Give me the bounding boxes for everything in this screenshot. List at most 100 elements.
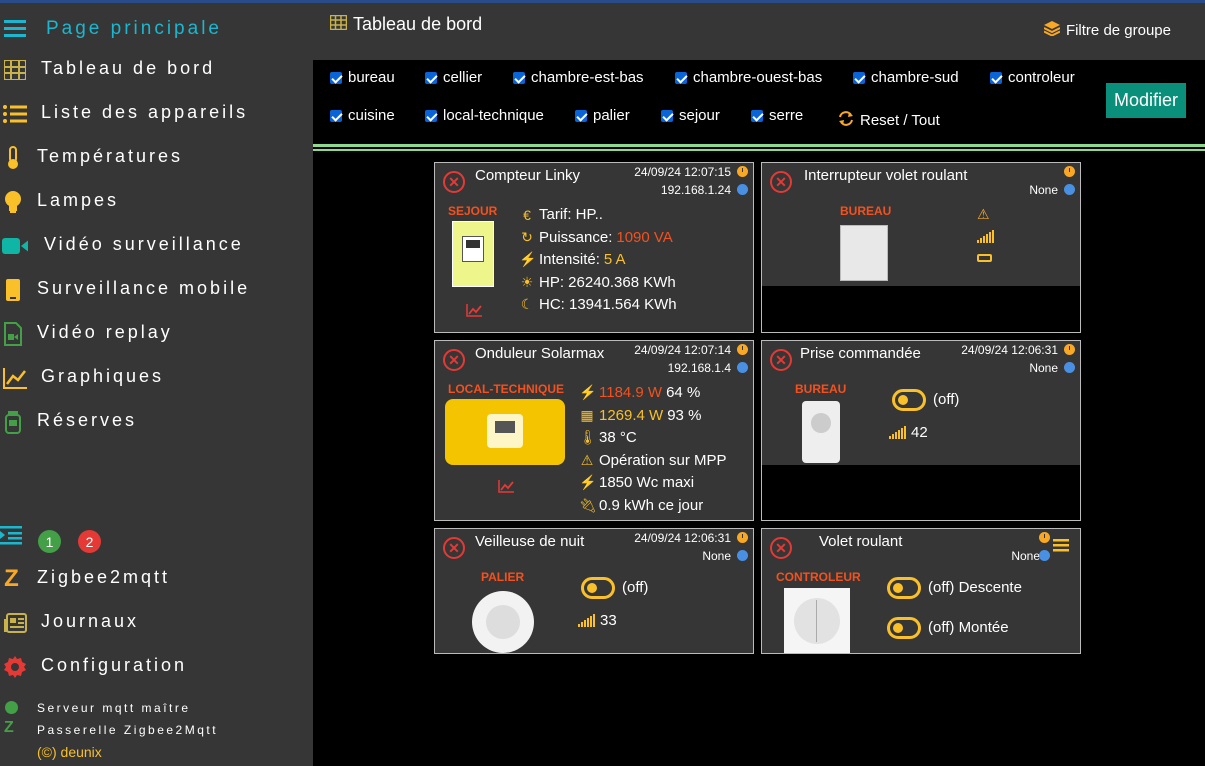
device-ip: 192.168.1.4 (667, 361, 731, 375)
zigbee-status-label: Passerelle Zigbee2Mqtt (37, 723, 219, 737)
sidebar-item-mobile[interactable]: Surveillance mobile (0, 275, 247, 305)
device-ip: None (1011, 549, 1040, 563)
refresh-icon (838, 111, 854, 130)
bolt-icon: ⚡ (579, 474, 597, 490)
remove-device-button[interactable]: ✕ (770, 537, 792, 559)
power-toggle[interactable] (581, 577, 615, 599)
remove-device-button[interactable]: ✕ (443, 537, 465, 559)
plug-icon: 🔌︎ (579, 497, 597, 513)
sidebar-item-label: Vidéo replay (37, 322, 173, 342)
sidebar-item-reserves[interactable]: Réserves (0, 407, 134, 437)
device-card-solarmax: ✕ Onduleur Solarmax 24/09/24 12:07:14 19… (434, 340, 754, 521)
signal-icon (578, 614, 595, 627)
intensite-value: 5 A (603, 251, 626, 268)
grid-icon (2, 57, 28, 83)
divider (313, 144, 1205, 147)
video-camera-icon (2, 233, 28, 259)
device-ip: None (1029, 361, 1058, 375)
tarif-text: Tarif: HP.. (539, 206, 603, 223)
chart-icon[interactable] (498, 479, 514, 493)
card-footer (762, 286, 1080, 332)
sidebar-item-label: Liste des appareils (41, 102, 249, 122)
filter-checkbox-chambre-ouest-bas[interactable]: chambre-ouest-bas (675, 69, 822, 86)
filter-checkbox-bureau[interactable]: bureau (330, 69, 395, 86)
shutter-up-toggle[interactable] (887, 617, 921, 639)
device-name: Prise commandée (800, 345, 921, 362)
ac-power-pct: 64 % (666, 384, 701, 401)
signal-icon (889, 426, 906, 439)
device-name: Compteur Linky (475, 167, 581, 184)
device-location: LOCAL-TECHNIQUE (448, 382, 564, 396)
clock-icon (1039, 532, 1050, 543)
card-footer (762, 465, 1080, 520)
max-power: 1850 Wc maxi (599, 474, 695, 491)
layers-icon (1043, 21, 1061, 40)
solar-panel-icon: ▦ (580, 407, 594, 423)
filter-checkbox-chambre-sud[interactable]: chambre-sud (853, 69, 959, 86)
sidebar-item-logs[interactable]: Journaux (0, 608, 136, 638)
inverter-image (445, 399, 565, 465)
filter-checkbox-cuisine[interactable]: cuisine (330, 107, 395, 124)
filter-checkbox-palier[interactable]: palier (575, 107, 630, 124)
mqtt-status-label: Serveur mqtt maître (37, 701, 191, 715)
shutter-up-state: (off) Montée (928, 619, 1009, 636)
device-card-volet: ✕ Volet roulant None CONTROLEUR (off) De… (761, 528, 1081, 654)
badge-error-count[interactable]: 2 (78, 530, 101, 553)
filter-checkbox-local-technique[interactable]: local-technique (425, 107, 544, 124)
remove-device-button[interactable]: ✕ (443, 171, 465, 193)
signal-icon (977, 230, 994, 243)
filter-checkbox-serre[interactable]: serre (751, 107, 803, 124)
sidebar-item-devices[interactable]: Liste des appareils (0, 99, 245, 129)
sidebar-item-video[interactable]: Vidéo surveillance (0, 231, 241, 261)
indent-list-icon[interactable] (0, 525, 22, 550)
daily-energy: 0.9 kWh ce jour (599, 497, 704, 514)
device-card-volet-switch: ✕ Interrupteur volet roulant None BUREAU… (761, 162, 1081, 333)
panel-pct: 93 % (667, 407, 702, 424)
remove-device-button[interactable]: ✕ (770, 171, 792, 193)
sidebar-item-label: Vidéo surveillance (44, 234, 244, 254)
mobile-icon (0, 277, 26, 303)
toggle-state: (off) (933, 391, 960, 408)
newspaper-icon (2, 610, 28, 636)
globe-icon (737, 362, 748, 373)
sidebar-item-zigbee[interactable]: Z Zigbee2mqtt (0, 564, 167, 594)
globe-icon (1039, 550, 1050, 561)
page-title-text: Tableau de bord (353, 14, 483, 34)
shutter-down-toggle[interactable] (887, 577, 921, 599)
filter-checkbox-sejour[interactable]: sejour (661, 107, 720, 124)
sidebar-item-lamps[interactable]: Lampes (0, 187, 116, 217)
group-filter-button[interactable]: Filtre de groupe (1043, 21, 1171, 40)
puissance-label: Puissance: (539, 229, 613, 246)
bolt-icon: ⚡ (519, 251, 537, 267)
sidebar-item-config[interactable]: Configuration (0, 652, 184, 682)
modify-button[interactable]: Modifier (1106, 83, 1186, 118)
filter-checkbox-cellier[interactable]: cellier (425, 69, 482, 86)
sidebar-item-replay[interactable]: Vidéo replay (0, 319, 170, 349)
filter-checkbox-chambre-est-bas[interactable]: chambre-est-bas (513, 69, 644, 86)
filter-checkbox-controleur[interactable]: controleur (990, 69, 1075, 86)
sidebar-home[interactable]: Page principale (0, 13, 219, 43)
sync-icon: ↻ (521, 229, 533, 245)
reset-filter-button[interactable]: Reset / Tout (838, 111, 940, 130)
remove-device-button[interactable]: ✕ (443, 349, 465, 371)
sidebar-item-dashboard[interactable]: Tableau de bord (0, 55, 212, 85)
sidebar-item-label: Surveillance mobile (37, 278, 251, 298)
gear-icon (2, 654, 28, 680)
badge-ok-count[interactable]: 1 (38, 530, 61, 553)
sidebar-item-label: Tableau de bord (41, 58, 216, 78)
sidebar-item-charts[interactable]: Graphiques (0, 363, 161, 393)
page-title: Tableau de bord (329, 14, 483, 35)
plug-image (802, 401, 840, 463)
clock-icon (737, 166, 748, 177)
remove-device-button[interactable]: ✕ (770, 349, 792, 371)
hamburger-menu-icon[interactable] (2, 15, 28, 41)
zigbee-icon: Z (4, 565, 22, 592)
power-toggle[interactable] (892, 389, 926, 411)
chart-icon[interactable] (466, 303, 482, 317)
moon-icon: ☾ (520, 296, 534, 312)
sidebar-item-label: Configuration (41, 655, 188, 675)
sidebar-item-temperatures[interactable]: Températures (0, 143, 180, 173)
sidebar-item-label: Graphiques (41, 366, 165, 386)
menu-icon[interactable] (1053, 538, 1069, 557)
sidebar: Page principale Tableau de bord Liste de… (0, 0, 313, 766)
